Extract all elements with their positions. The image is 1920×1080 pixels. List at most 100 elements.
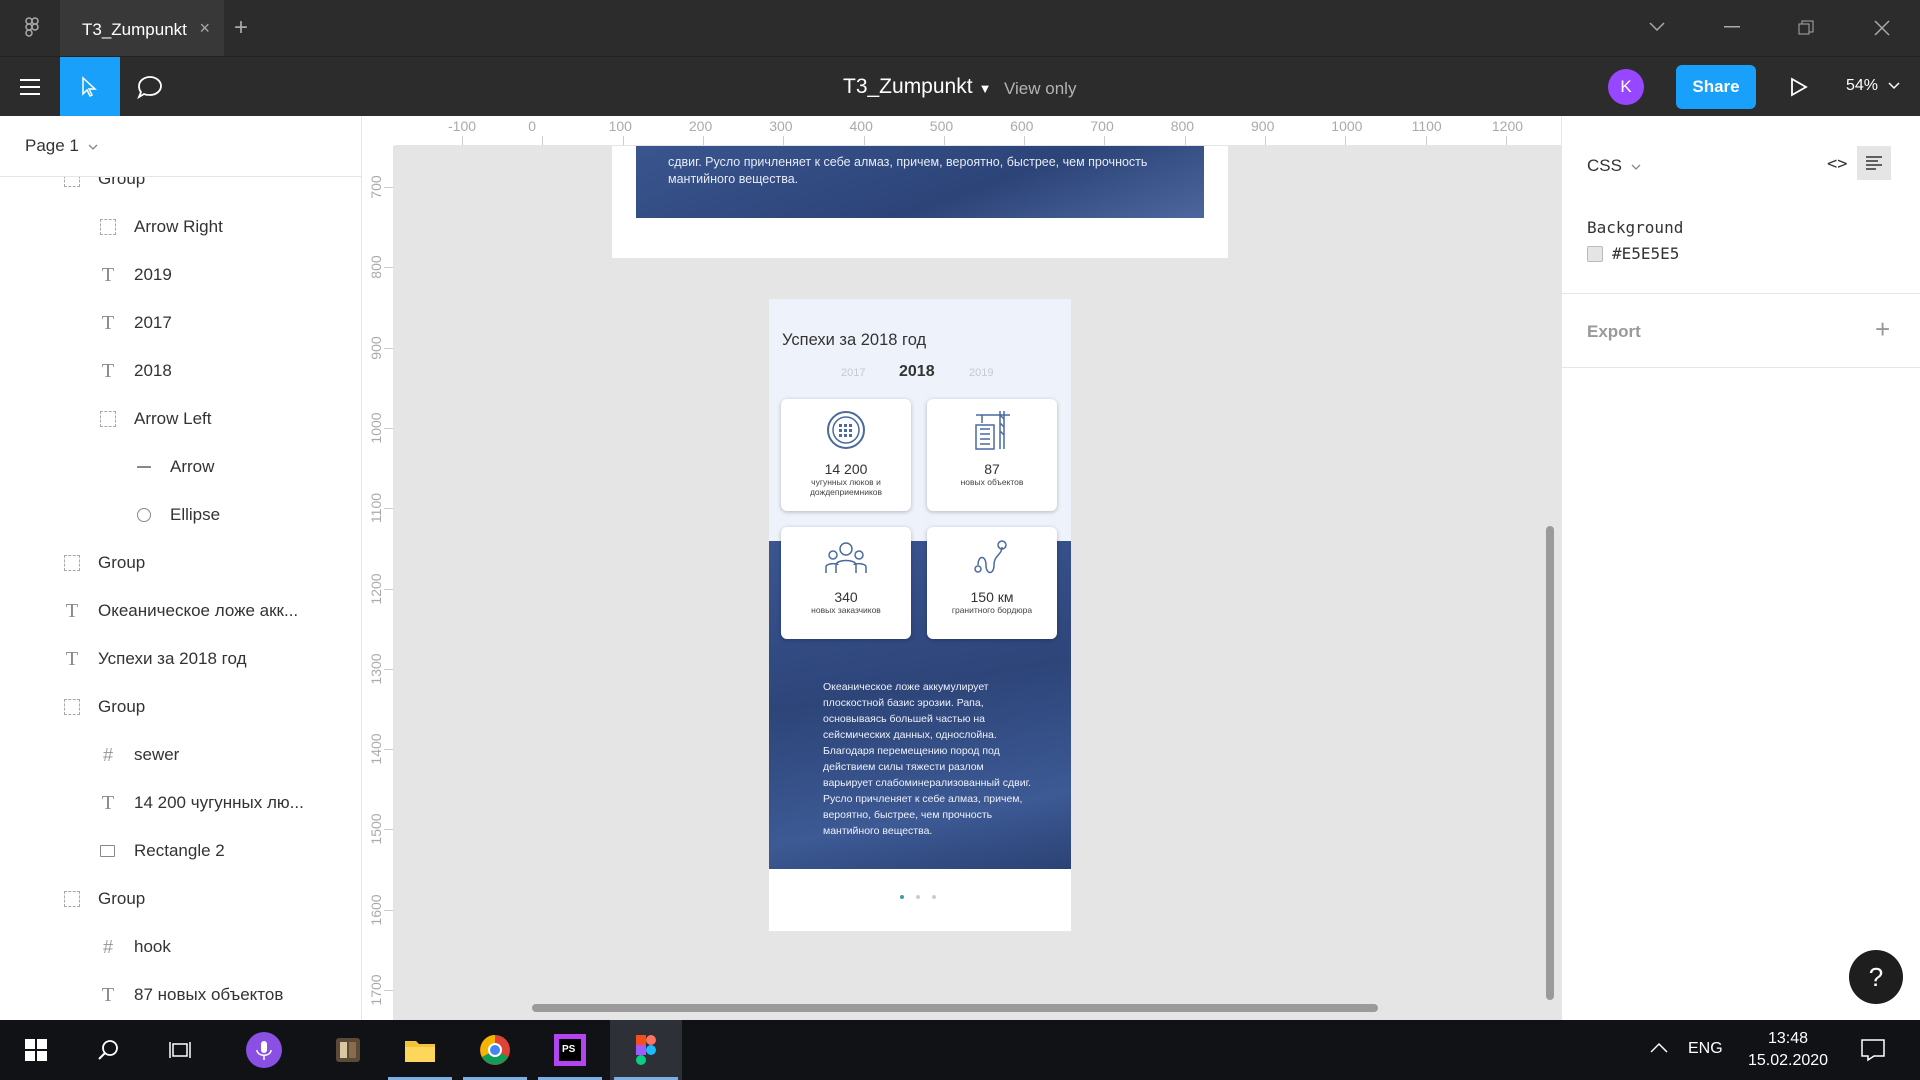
close-window-icon[interactable]: [1874, 20, 1890, 36]
year-next[interactable]: 2019: [969, 367, 993, 379]
layer-row[interactable]: Arrow Right: [0, 203, 361, 251]
export-label: Export: [1587, 322, 1641, 341]
restore-icon[interactable]: [1798, 20, 1814, 36]
page-selector[interactable]: Page 1: [25, 136, 98, 156]
background-swatch[interactable]: [1587, 246, 1603, 262]
layer-row[interactable]: T 2018: [0, 347, 361, 395]
show-hidden-icons-icon[interactable]: [1650, 1042, 1668, 1054]
file-tab[interactable]: T3_Zumpunkt ×: [60, 0, 224, 56]
comment-tool-button[interactable]: [120, 57, 180, 117]
layer-name: Успехи за 2018 год: [98, 649, 247, 668]
avatar[interactable]: K: [1608, 69, 1644, 105]
list-view-button[interactable]: [1857, 146, 1891, 180]
ruler-tick-label: 800: [368, 255, 384, 279]
layer-row[interactable]: Group: [0, 875, 361, 923]
cortana-button[interactable]: [228, 1020, 300, 1080]
code-view-icon[interactable]: <>: [1827, 154, 1847, 174]
layer-row[interactable]: Ellipse: [0, 491, 361, 539]
figma-logo-icon[interactable]: [20, 16, 44, 40]
stat-value: 150 км: [970, 589, 1014, 605]
text-icon: T: [65, 600, 79, 622]
layer-row[interactable]: # sewer: [0, 731, 361, 779]
horizontal-scrollbar[interactable]: [532, 1004, 1378, 1012]
layer-list: Group Arrow Right T 2019 T 2017 T 2018 Arrow Lef…: [0, 177, 361, 1019]
frame-icon: [64, 891, 80, 907]
ruler-tick: [863, 136, 865, 145]
stat-card[interactable]: 340 новых заказчиков: [781, 527, 911, 639]
layer-row[interactable]: # hook: [0, 923, 361, 971]
layer-row[interactable]: T 2019: [0, 251, 361, 299]
pagination-dot-active[interactable]: [900, 895, 904, 899]
layer-row[interactable]: Group: [0, 683, 361, 731]
ruler-tick: [384, 427, 393, 429]
frame-top[interactable]: сдвиг. Русло причленяет к себе алмаз, пр…: [612, 146, 1228, 258]
search-button[interactable]: [72, 1020, 144, 1080]
ruler-tick: [384, 909, 393, 911]
vertical-scrollbar[interactable]: [1546, 526, 1554, 1000]
help-button[interactable]: ?: [1849, 950, 1903, 1004]
taskbar-chrome[interactable]: [459, 1020, 531, 1080]
close-tab-icon[interactable]: ×: [199, 18, 210, 39]
task-view-button[interactable]: [144, 1020, 216, 1080]
chevron-down-icon: ▼: [978, 81, 992, 96]
zoom-menu[interactable]: 54%: [1846, 77, 1901, 95]
layer-row[interactable]: T 2017: [0, 299, 361, 347]
present-play-icon[interactable]: [1786, 73, 1810, 101]
ruler-tick: [462, 136, 463, 145]
stat-card[interactable]: 87 новых объектов: [927, 399, 1057, 511]
add-export-icon[interactable]: +: [1875, 314, 1890, 345]
stat-card[interactable]: 14 200 чугунных люков и дождеприемников: [781, 399, 911, 511]
taskbar-app[interactable]: [312, 1020, 384, 1080]
new-tab-icon[interactable]: +: [234, 14, 248, 42]
layer-row[interactable]: Group: [0, 539, 361, 587]
ruler-tick-label: 0: [528, 118, 537, 134]
notification-icon[interactable]: [1860, 1038, 1886, 1062]
code-language-select[interactable]: CSS: [1587, 156, 1641, 176]
route-icon: [974, 540, 1007, 574]
taskbar-figma[interactable]: [610, 1020, 682, 1080]
start-button[interactable]: [0, 1020, 72, 1080]
layer-row[interactable]: T Успехи за 2018 год: [0, 635, 361, 683]
layer-name: Arrow Left: [134, 409, 212, 428]
ruler-tick-label: 1200: [368, 572, 384, 605]
microphone-icon: [246, 1032, 282, 1068]
ruler-tick: [1104, 136, 1106, 145]
layer-row[interactable]: Rectangle 2: [0, 827, 361, 875]
background-value[interactable]: #E5E5E5: [1612, 244, 1679, 263]
phone-body-text: Океаническое ложе аккумулирует плоскостн…: [823, 681, 1032, 837]
clock[interactable]: 13:48 15.02.2020: [1740, 1028, 1836, 1072]
document-title[interactable]: T3_Zumpunkt ▼: [843, 75, 991, 99]
canvas[interactable]: сдвиг. Русло причленяет к себе алмаз, пр…: [362, 116, 1561, 1020]
share-button[interactable]: Share: [1676, 65, 1756, 109]
layer-row[interactable]: Group: [0, 177, 361, 203]
background-label: Background: [1587, 218, 1684, 237]
ruler-tick: [384, 508, 393, 510]
stat-card[interactable]: 150 км гранитного бордюра: [927, 527, 1057, 639]
ruler-tick-label: -100: [448, 118, 477, 134]
layer-row[interactable]: T 87 новых объектов: [0, 971, 361, 1019]
taskbar-file-explorer[interactable]: [384, 1020, 456, 1080]
layer-row[interactable]: Arrow Left: [0, 395, 361, 443]
year-prev[interactable]: 2017: [841, 367, 865, 379]
pagination-dot[interactable]: [916, 895, 920, 899]
phone-frame[interactable]: Успехи за 2018 год 2017 2018 2019 14 200…: [769, 299, 1071, 931]
frame-top-image: сдвиг. Русло причленяет к себе алмаз, пр…: [636, 146, 1204, 218]
list-icon: [1866, 156, 1882, 170]
frame-icon: [100, 411, 116, 427]
chevron-down-icon: [1888, 82, 1901, 90]
move-tool-button[interactable]: [60, 57, 120, 117]
main-menu-button[interactable]: [0, 57, 60, 117]
layer-row[interactable]: Arrow: [0, 443, 361, 491]
minimize-icon[interactable]: [1724, 26, 1740, 28]
layer-name: Rectangle 2: [134, 841, 225, 860]
layer-row[interactable]: T Океаническое ложе акк...: [0, 587, 361, 635]
taskbar-phpstorm[interactable]: PS: [534, 1020, 606, 1080]
text-icon: T: [101, 264, 115, 286]
input-language[interactable]: ENG: [1688, 1040, 1723, 1058]
chevron-down-icon[interactable]: [1648, 20, 1666, 34]
zoom-level: 54%: [1846, 77, 1879, 94]
pagination-dot[interactable]: [932, 895, 936, 899]
ruler-tick-label: 100: [608, 118, 632, 134]
layer-row[interactable]: T 14 200 чугунных лю...: [0, 779, 361, 827]
pagination-dots[interactable]: [900, 893, 944, 901]
